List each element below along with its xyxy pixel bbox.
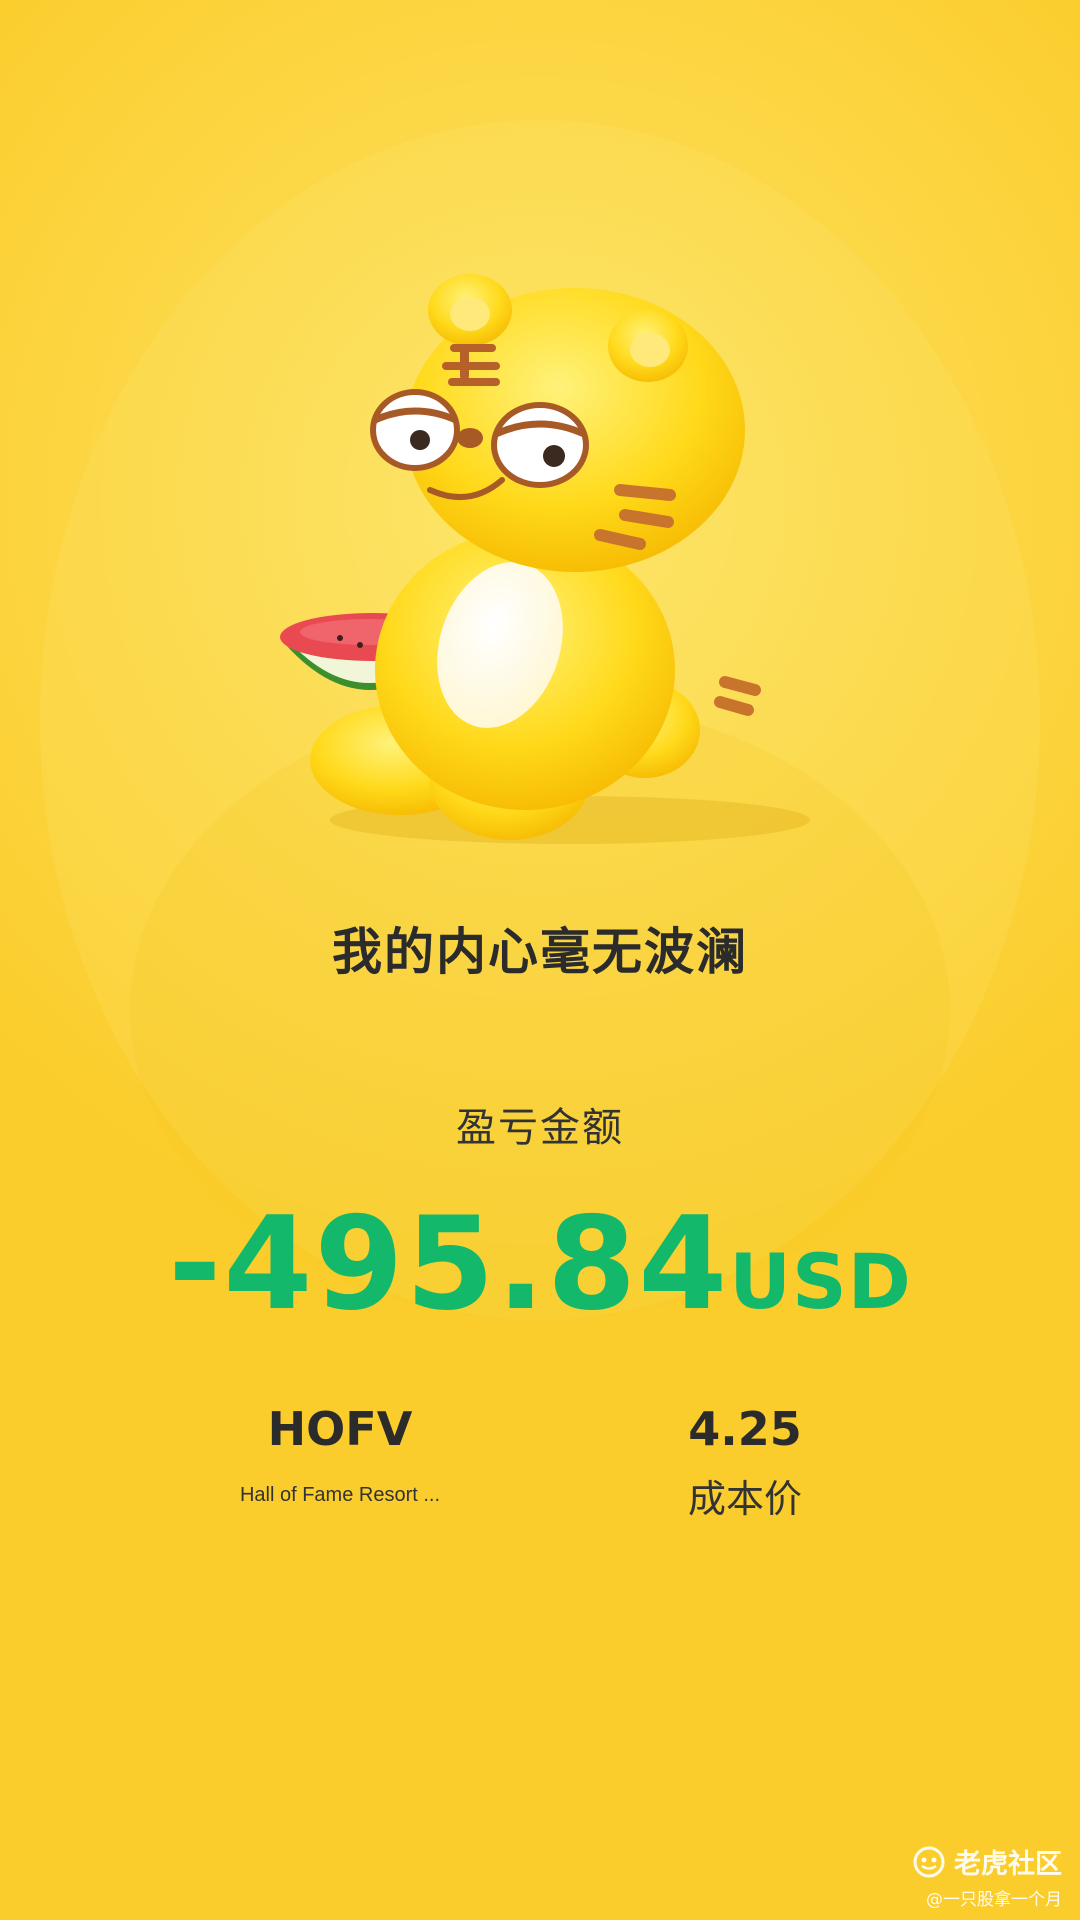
tiger-mascot-illustration <box>280 274 810 844</box>
pnl-label: 盈亏金额 <box>456 1105 624 1151</box>
cost-label: 成本价 <box>687 1477 802 1521</box>
tiger-logo-icon <box>913 1846 945 1877</box>
pnl-currency: USD <box>729 1237 912 1326</box>
stock-info: HOFV Hall of Fame Resort ... <box>195 1402 485 1507</box>
cost-value: 4.25 <box>688 1402 802 1456</box>
pnl-value: -495.84 <box>168 1190 730 1339</box>
watermark-handle: @一只股拿一个月 <box>926 1890 1062 1910</box>
watermark-brand-text: 老虎社区 <box>954 1849 1062 1880</box>
stock-ticker: HOFV <box>267 1402 413 1456</box>
headline: 我的内心毫无波澜 <box>332 923 748 981</box>
watermark-brand: 老虎社区 <box>912 1842 1062 1881</box>
cost-info: 4.25 成本价 <box>620 1402 870 1523</box>
stock-name: Hall of Fame Resort ... <box>239 1484 441 1506</box>
watermark: 老虎社区 @一只股拿一个月 <box>912 1842 1062 1910</box>
pnl-amount: -495.84USD <box>0 1190 1080 1339</box>
